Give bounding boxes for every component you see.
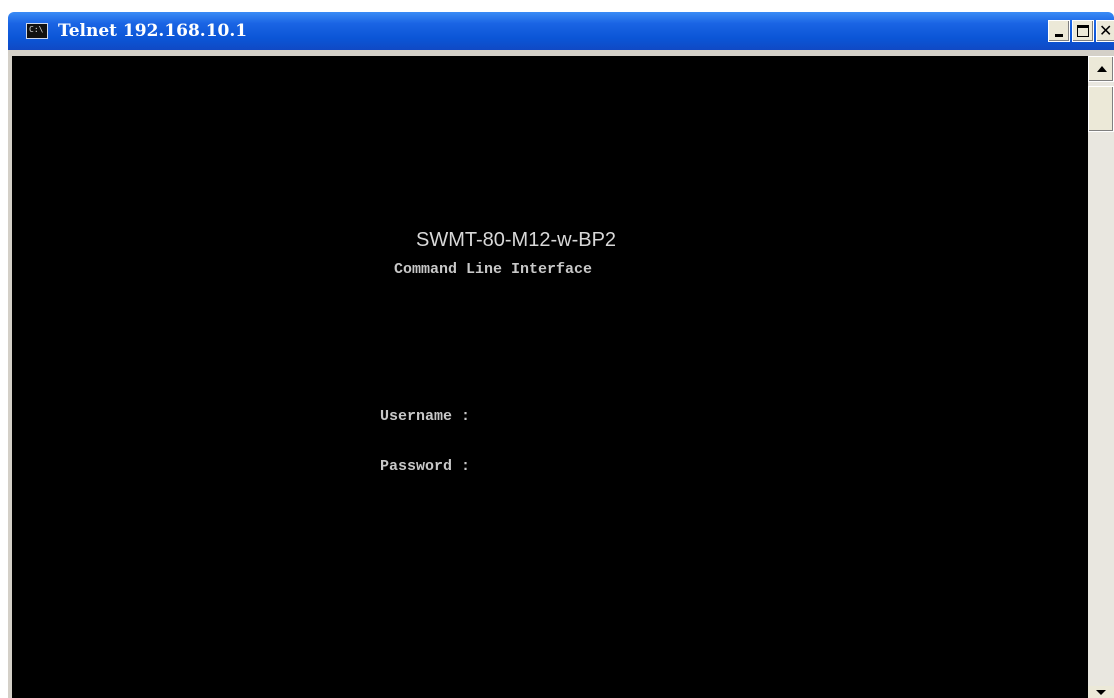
close-button[interactable]: ✕ — [1096, 20, 1114, 42]
maximize-button[interactable] — [1072, 20, 1094, 42]
console-screen[interactable]: SWMT-80-M12-w-BP2 Command Line Interface… — [12, 56, 1088, 698]
username-prompt[interactable]: Username : — [380, 407, 470, 427]
close-icon: ✕ — [1099, 21, 1113, 40]
minimize-icon — [1055, 34, 1063, 37]
scroll-up-arrow-icon — [1097, 66, 1107, 72]
title-bar[interactable]: C:\ Telnet 192.168.10.1 ✕ — [8, 12, 1114, 50]
scroll-thumb[interactable] — [1088, 86, 1114, 132]
scroll-down-arrow-icon — [1096, 690, 1106, 695]
device-name: SWMT-80-M12-w-BP2 — [416, 229, 617, 251]
window-client-area: SWMT-80-M12-w-BP2 Command Line Interface… — [8, 50, 1114, 698]
interface-title: Command Line Interface — [394, 261, 593, 278]
scroll-up-button[interactable] — [1088, 56, 1114, 82]
vertical-scrollbar[interactable] — [1088, 56, 1114, 698]
maximize-icon — [1077, 25, 1089, 37]
scroll-down-button[interactable] — [1088, 686, 1114, 698]
password-prompt[interactable]: Password : — [380, 457, 470, 477]
window-title: Telnet 192.168.10.1 — [58, 21, 248, 41]
minimize-button[interactable] — [1048, 20, 1070, 42]
telnet-window: C:\ Telnet 192.168.10.1 ✕ SWMT-80-M12-w-… — [0, 0, 1114, 698]
console-icon[interactable]: C:\ — [26, 23, 48, 39]
